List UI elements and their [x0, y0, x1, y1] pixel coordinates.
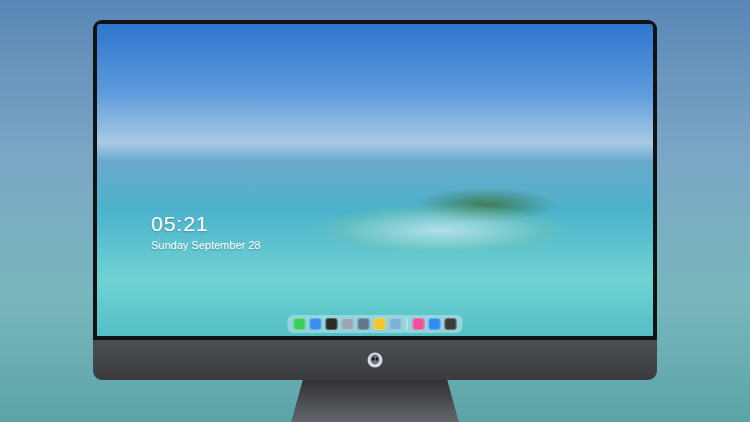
- monitor-frame: 05:21 Sunday September 28: [93, 20, 657, 340]
- app-icon[interactable]: [358, 318, 370, 330]
- app-icon[interactable]: [374, 318, 386, 330]
- lock-clock: 05:21 Sunday September 28: [151, 212, 260, 252]
- alien-logo-icon: [367, 352, 383, 368]
- app-icon[interactable]: [390, 318, 402, 330]
- dock: [288, 315, 463, 333]
- app-icon[interactable]: [294, 318, 306, 330]
- dock-group: [413, 318, 457, 330]
- desktop-screen: 05:21 Sunday September 28: [97, 24, 653, 336]
- app-icon[interactable]: [413, 318, 425, 330]
- monitor-stand: [289, 380, 461, 422]
- dock-separator: [407, 318, 408, 330]
- dock-group: [294, 318, 402, 330]
- app-icon[interactable]: [429, 318, 441, 330]
- app-icon[interactable]: [310, 318, 322, 330]
- app-icon[interactable]: [445, 318, 457, 330]
- clock-time: 05:21: [151, 212, 260, 235]
- monitor-chin: [93, 340, 657, 380]
- app-icon[interactable]: [326, 318, 338, 330]
- page: 05:21 Sunday September 28: [0, 0, 750, 422]
- app-icon[interactable]: [342, 318, 354, 330]
- clock-date: Sunday September 28: [151, 239, 260, 252]
